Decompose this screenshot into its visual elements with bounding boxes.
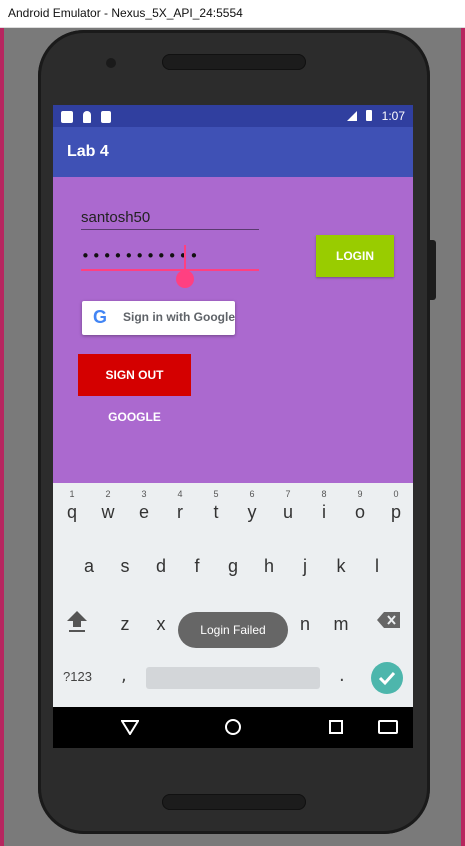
- symbols-key[interactable]: ?123: [63, 669, 92, 684]
- bottom-speaker: [162, 794, 306, 810]
- key-n[interactable]: n: [290, 601, 320, 641]
- window-border-left: [0, 28, 4, 846]
- google-sign-in-label: Sign in with Google: [123, 310, 235, 324]
- battery-icon: [366, 110, 373, 122]
- keyboard-row-4: ?123 , .: [53, 659, 413, 699]
- key-l[interactable]: l: [362, 543, 392, 583]
- shift-key[interactable]: [67, 609, 87, 633]
- keyboard-row-2: a s d f g h j k l: [53, 543, 413, 583]
- emulator-title: Android Emulator - Nexus_5X_API_24:5554: [8, 6, 243, 20]
- password-input[interactable]: •••••••••••: [81, 247, 259, 267]
- key-t[interactable]: 5t: [201, 489, 231, 529]
- keyboard-switch-icon[interactable]: [378, 720, 398, 734]
- key-g[interactable]: g: [218, 543, 248, 583]
- key-k[interactable]: k: [326, 543, 356, 583]
- key-j[interactable]: j: [290, 543, 320, 583]
- checkmark-icon: [378, 671, 396, 686]
- home-button[interactable]: [225, 719, 241, 735]
- key-f[interactable]: f: [182, 543, 212, 583]
- key-x[interactable]: x: [146, 601, 176, 641]
- status-bar: 1:07: [53, 105, 413, 127]
- toast-message: Login Failed: [178, 612, 288, 648]
- key-z[interactable]: z: [110, 601, 140, 641]
- person-notification-icon: [82, 110, 91, 123]
- keyboard-row-1: 1q 2w 3e 4r 5t 6y 7u 8i 9o 0p: [53, 489, 413, 529]
- enter-key[interactable]: [371, 662, 403, 694]
- side-button[interactable]: [430, 240, 436, 300]
- period-key[interactable]: .: [339, 665, 345, 686]
- emulator-title-bar: Android Emulator - Nexus_5X_API_24:5554: [0, 0, 465, 28]
- key-h[interactable]: h: [254, 543, 284, 583]
- device-screen: 1:07 Lab 4 santosh50 ••••••••••• LOGIN G…: [53, 105, 413, 748]
- google-logo-icon: G: [92, 307, 107, 327]
- app-bar: Lab 4: [53, 127, 413, 177]
- password-underline: [81, 269, 259, 271]
- mail-notification-icon: [61, 110, 73, 123]
- key-i[interactable]: 8i: [309, 489, 339, 529]
- login-button[interactable]: LOGIN: [316, 235, 394, 277]
- top-speaker: [162, 54, 306, 70]
- key-s[interactable]: s: [110, 543, 140, 583]
- space-key[interactable]: [146, 667, 320, 689]
- shift-icon: [67, 611, 87, 632]
- backspace-key[interactable]: [377, 611, 401, 629]
- username-input[interactable]: santosh50: [81, 209, 259, 230]
- key-e[interactable]: 3e: [129, 489, 159, 529]
- key-w[interactable]: 2w: [93, 489, 123, 529]
- key-u[interactable]: 7u: [273, 489, 303, 529]
- key-r[interactable]: 4r: [165, 489, 195, 529]
- google-sign-in-button[interactable]: G Sign in with Google: [82, 301, 235, 335]
- sign-out-google-button[interactable]: SIGN OUT GOOGLE: [78, 354, 191, 424]
- window-border-right: [461, 28, 465, 846]
- camera-icon: [106, 58, 116, 68]
- text-cursor: [184, 245, 186, 271]
- cursor-handle[interactable]: [176, 270, 194, 288]
- app-title: Lab 4: [67, 143, 109, 160]
- key-d[interactable]: d: [146, 543, 176, 583]
- key-m[interactable]: m: [326, 601, 356, 641]
- key-q[interactable]: 1q: [57, 489, 87, 529]
- comma-key[interactable]: ,: [121, 665, 127, 686]
- key-y[interactable]: 6y: [237, 489, 267, 529]
- key-o[interactable]: 9o: [345, 489, 375, 529]
- key-p[interactable]: 0p: [381, 489, 411, 529]
- key-a[interactable]: a: [74, 543, 104, 583]
- recents-button[interactable]: [329, 720, 343, 734]
- back-button[interactable]: [120, 719, 140, 736]
- navigation-bar: [53, 707, 413, 748]
- signal-icon: [346, 110, 357, 121]
- sdcard-notification-icon: [100, 110, 111, 123]
- back-triangle-icon: [120, 720, 140, 736]
- status-time: 1:07: [381, 108, 405, 123]
- backspace-icon: [377, 612, 400, 628]
- soft-keyboard: 1q 2w 3e 4r 5t 6y 7u 8i 9o 0p a s d f g …: [53, 483, 413, 707]
